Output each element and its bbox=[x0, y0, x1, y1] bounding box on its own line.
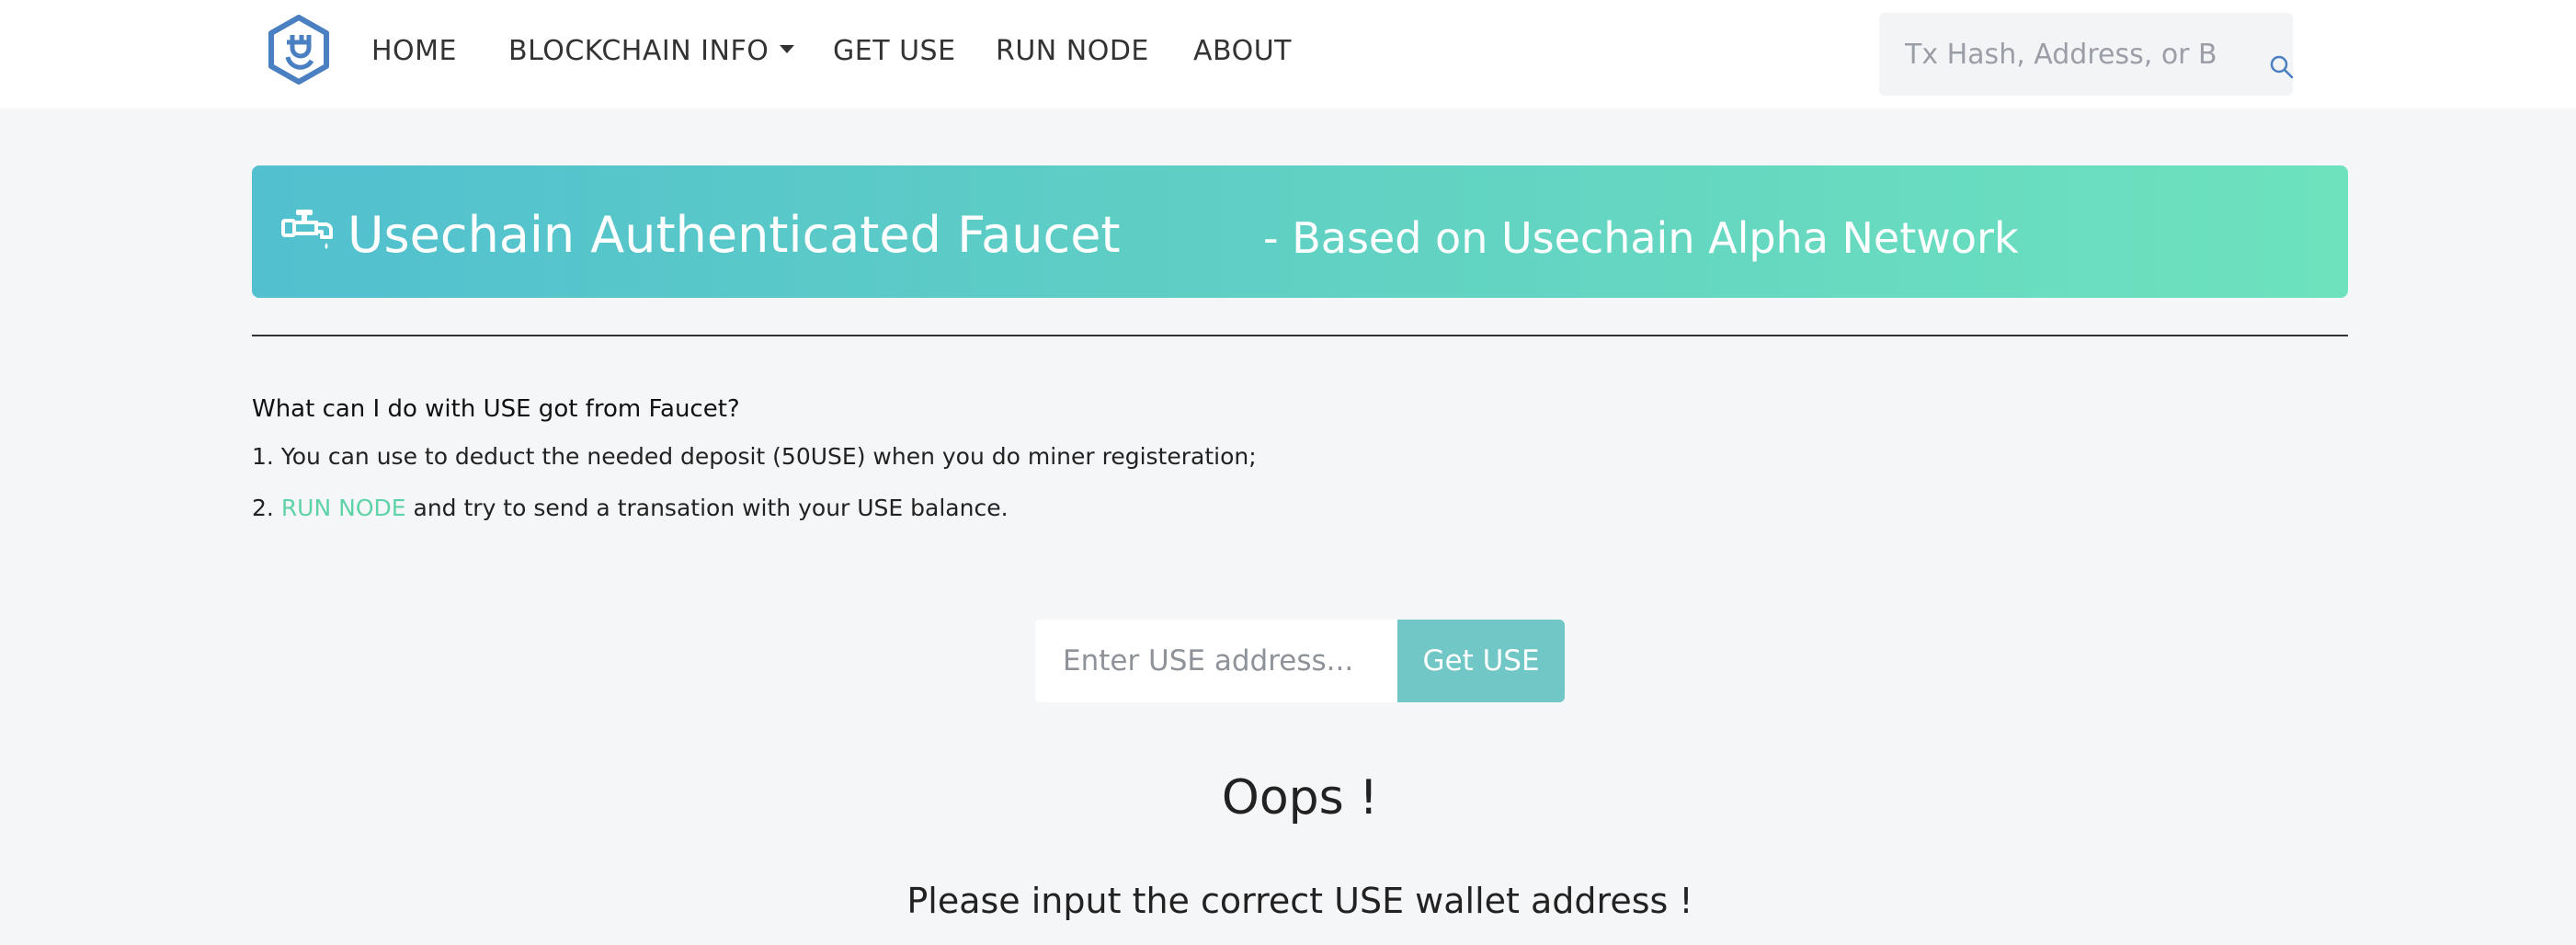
faucet-icon bbox=[281, 210, 333, 249]
nav-about[interactable]: ABOUT bbox=[1193, 35, 1292, 67]
nav-about-label: ABOUT bbox=[1193, 35, 1292, 67]
banner-title: Usechain Authenticated Faucet bbox=[348, 206, 1121, 264]
faq-line-2: 2. RUN NODE and try to send a transation… bbox=[252, 495, 1009, 521]
nav-get-use[interactable]: GET USE bbox=[833, 35, 956, 67]
banner-subtitle: - Based on Usechain Alpha Network bbox=[1263, 213, 2019, 263]
search-input[interactable] bbox=[1905, 33, 2217, 75]
error-title: Oops ! bbox=[1221, 770, 1379, 825]
nav-blockchain-info-label: BLOCKCHAIN INFO bbox=[508, 35, 769, 67]
search-box bbox=[1879, 13, 2295, 96]
nav-get-use-label: GET USE bbox=[833, 35, 956, 67]
usechain-logo-icon[interactable] bbox=[267, 15, 331, 85]
error-message: Please input the correct USE wallet addr… bbox=[906, 881, 1693, 921]
top-navbar: HOME BLOCKCHAIN INFO GET USE RUN NODE AB… bbox=[0, 0, 2576, 108]
use-address-input[interactable] bbox=[1035, 620, 1397, 702]
divider bbox=[252, 335, 2348, 336]
search-icon[interactable] bbox=[2269, 54, 2295, 80]
nav-run-node-label: RUN NODE bbox=[996, 35, 1149, 67]
faucet-banner: Usechain Authenticated Faucet - Based on… bbox=[252, 165, 2348, 298]
nav-blockchain-info[interactable]: BLOCKCHAIN INFO bbox=[508, 35, 795, 67]
faq-line-2-prefix: 2. bbox=[252, 495, 281, 521]
faq-line-2-suffix: and try to send a transation with your U… bbox=[405, 495, 1009, 521]
nav-home[interactable]: HOME bbox=[371, 35, 457, 67]
nav-run-node[interactable]: RUN NODE bbox=[996, 35, 1149, 67]
faq-line-1: 1. You can use to deduct the needed depo… bbox=[252, 443, 1257, 470]
nav-home-label: HOME bbox=[371, 35, 458, 67]
run-node-link[interactable]: RUN NODE bbox=[281, 495, 406, 521]
faq-question: What can I do with USE got from Faucet? bbox=[252, 395, 740, 423]
get-use-button[interactable]: Get USE bbox=[1397, 620, 1565, 702]
caret-down-icon bbox=[780, 45, 795, 53]
